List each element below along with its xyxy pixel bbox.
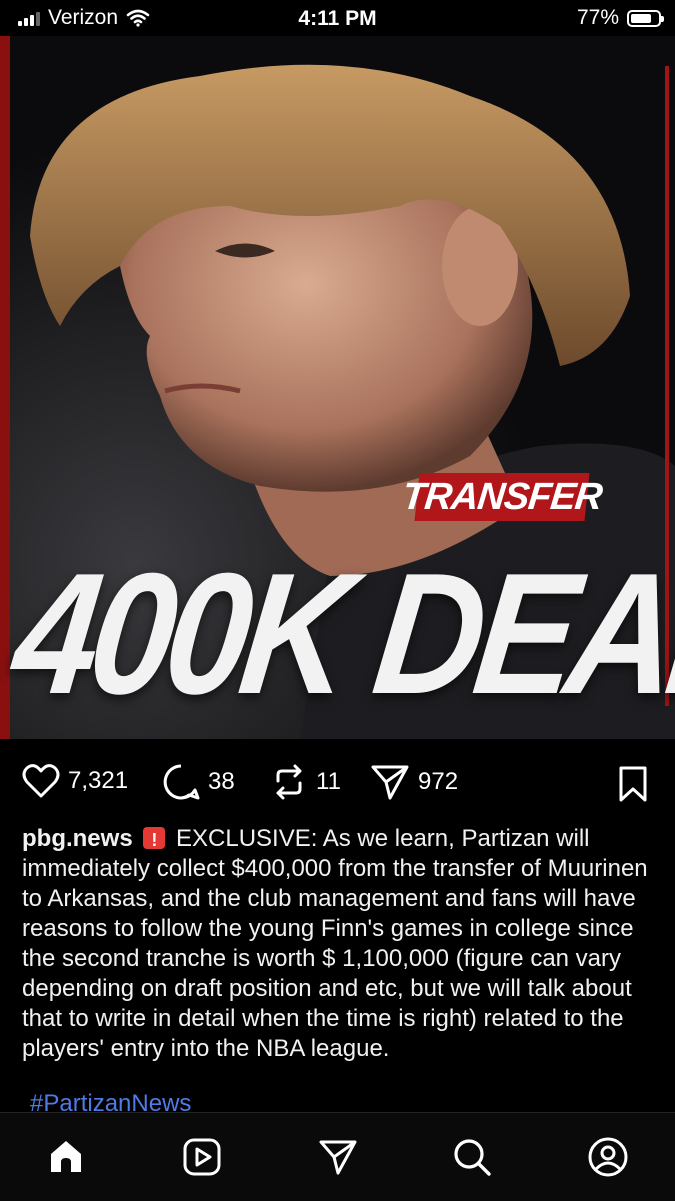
share-count: 972 bbox=[418, 768, 459, 795]
tab-home[interactable] bbox=[44, 1135, 88, 1179]
like-count: 7,321 bbox=[68, 767, 129, 794]
status-bar: Verizon 4:11 PM 77% bbox=[0, 0, 675, 36]
battery-icon bbox=[627, 9, 664, 27]
post-caption: pbg.news EXCLUSIVE: As we learn, Partiza… bbox=[22, 824, 662, 1064]
caption-text: EXCLUSIVE: As we learn, Partizan will im… bbox=[22, 825, 648, 1062]
tab-profile[interactable] bbox=[586, 1135, 630, 1179]
profile-icon bbox=[588, 1137, 628, 1177]
repost-icon bbox=[276, 764, 302, 800]
search-icon bbox=[454, 1139, 491, 1176]
clock: 4:11 PM bbox=[298, 7, 377, 30]
caption-username[interactable]: pbg.news bbox=[22, 825, 133, 852]
tab-messages[interactable] bbox=[316, 1135, 360, 1179]
comment-count: 38 bbox=[208, 768, 235, 795]
send-icon bbox=[371, 765, 409, 800]
bookmark-icon bbox=[619, 766, 647, 802]
share-button[interactable]: 972 bbox=[370, 763, 458, 801]
send-icon bbox=[319, 1140, 357, 1175]
repost-count: 11 bbox=[316, 768, 341, 795]
post-actions: 7,321 38 11 972 bbox=[0, 739, 675, 829]
siren-icon bbox=[143, 825, 166, 855]
like-button[interactable]: 7,321 bbox=[22, 763, 128, 799]
tab-reels[interactable] bbox=[180, 1135, 224, 1179]
comment-icon bbox=[163, 764, 200, 800]
bottom-tab-bar bbox=[0, 1112, 675, 1201]
post-headline: 400K DEAL bbox=[4, 536, 675, 730]
home-icon bbox=[51, 1141, 81, 1172]
tab-search[interactable] bbox=[450, 1135, 494, 1179]
save-button[interactable] bbox=[617, 765, 649, 808]
battery-percent: 77% bbox=[576, 6, 619, 29]
transfer-badge: TRANSFER bbox=[400, 473, 604, 521]
frame-accent-left bbox=[0, 36, 10, 739]
battery-group: 77% bbox=[576, 6, 664, 30]
reels-icon bbox=[183, 1138, 221, 1176]
heart-icon bbox=[22, 764, 60, 798]
comment-button[interactable]: 38 bbox=[162, 763, 235, 801]
repost-button[interactable]: 11 bbox=[270, 763, 341, 801]
post-image[interactable]: TRANSFER 400K DEAL bbox=[0, 36, 675, 739]
